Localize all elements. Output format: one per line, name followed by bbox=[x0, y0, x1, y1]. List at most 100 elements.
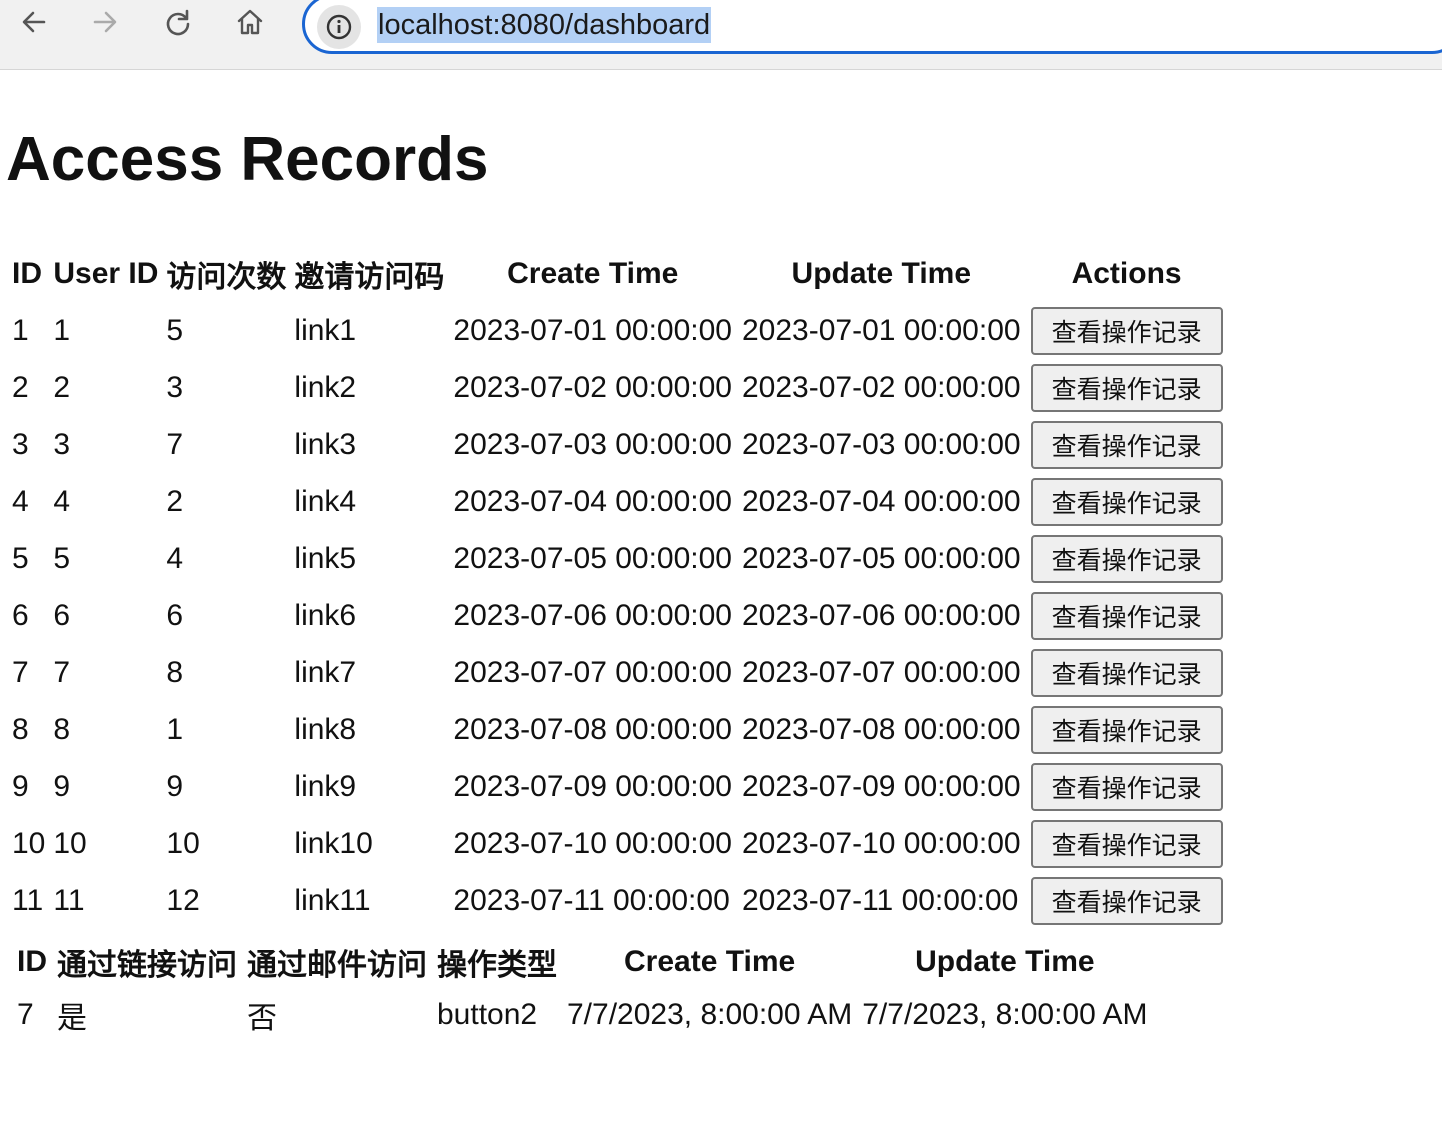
col-header-visits: 访问次数 bbox=[166, 261, 287, 294]
view-operation-records-button[interactable]: 查看操作记录 bbox=[1030, 648, 1223, 697]
col-header-operation-type: 操作类型 bbox=[437, 949, 557, 982]
col-header-create-time: Create Time bbox=[624, 945, 796, 978]
cell-update-time: 2023-07-03 00:00:00 bbox=[742, 427, 1021, 461]
cell-user-id: 3 bbox=[53, 427, 71, 461]
cell-id: 4 bbox=[12, 484, 29, 518]
col-header-user-id: User ID bbox=[53, 257, 159, 290]
cell-create-time: 2023-07-11 00:00:00 bbox=[453, 883, 730, 917]
cell-actions: 查看操作记录 bbox=[1026, 701, 1228, 758]
view-operation-records-button[interactable]: 查看操作记录 bbox=[1030, 762, 1223, 811]
table-row: 7 7 8 link7 2023-07-07 00:00:00 2023-07-07 00… bbox=[6, 644, 1228, 701]
col-header-via-email: 通过邮件访问 bbox=[247, 949, 427, 982]
cell-actions: 查看操作记录 bbox=[1026, 530, 1228, 587]
cell-update-time: 2023-07-11 00:00:00 bbox=[742, 883, 1019, 917]
operation-records-table: ID 通过链接访问 通过邮件访问 操作类型 Create Time Update… bbox=[12, 934, 1152, 1040]
cell-actions: 查看操作记录 bbox=[1026, 815, 1228, 872]
cell-visits: 5 bbox=[166, 313, 184, 347]
cell-id: 10 bbox=[12, 826, 46, 860]
browser-toolbar: localhost:8080/dashboard bbox=[0, 0, 1442, 70]
cell-actions: 查看操作记录 bbox=[1026, 302, 1228, 359]
back-arrow-icon[interactable] bbox=[14, 2, 54, 42]
cell-user-id: 11 bbox=[53, 883, 85, 917]
cell-invite-code: link7 bbox=[294, 655, 357, 689]
cell-operation-type: button2 bbox=[437, 998, 538, 1031]
view-operation-records-button[interactable]: 查看操作记录 bbox=[1030, 363, 1223, 412]
cell-invite-code: link10 bbox=[294, 826, 373, 860]
col-header-id: ID bbox=[17, 945, 47, 978]
cell-create-time: 2023-07-07 00:00:00 bbox=[453, 655, 732, 689]
cell-user-id: 4 bbox=[53, 484, 71, 518]
cell-update-time: 2023-07-09 00:00:00 bbox=[742, 769, 1021, 803]
cell-actions: 查看操作记录 bbox=[1026, 416, 1228, 473]
site-info-icon[interactable] bbox=[317, 5, 361, 49]
cell-visits: 2 bbox=[166, 484, 184, 518]
cell-id: 7 bbox=[12, 655, 29, 689]
cell-invite-code: link3 bbox=[294, 427, 357, 461]
address-bar[interactable]: localhost:8080/dashboard bbox=[302, 0, 1442, 54]
table-row: 5 5 4 link5 2023-07-05 00:00:00 2023-07-05 00… bbox=[6, 530, 1228, 587]
cell-id: 7 bbox=[17, 998, 34, 1031]
cell-actions: 查看操作记录 bbox=[1026, 359, 1228, 416]
table-row: 7 是 否 button2 7/7/2023, 8:00:00 AM 7/7/2023, … bbox=[12, 990, 1152, 1040]
cell-user-id: 8 bbox=[53, 712, 71, 746]
cell-update-time: 7/7/2023, 8:00:00 AM bbox=[862, 998, 1148, 1031]
cell-user-id: 1 bbox=[53, 313, 71, 347]
cell-id: 2 bbox=[12, 370, 29, 404]
cell-create-time: 2023-07-10 00:00:00 bbox=[453, 826, 732, 860]
view-operation-records-button[interactable]: 查看操作记录 bbox=[1030, 306, 1223, 355]
cell-create-time: 2023-07-09 00:00:00 bbox=[453, 769, 732, 803]
cell-create-time: 2023-07-02 00:00:00 bbox=[453, 370, 732, 404]
cell-via-link: 是 bbox=[57, 1002, 87, 1035]
cell-visits: 3 bbox=[166, 370, 184, 404]
view-operation-records-button[interactable]: 查看操作记录 bbox=[1030, 591, 1223, 640]
cell-update-time: 2023-07-06 00:00:00 bbox=[742, 598, 1021, 632]
table-header-row: ID 通过链接访问 通过邮件访问 操作类型 Create Time Update… bbox=[12, 934, 1152, 990]
cell-user-id: 7 bbox=[53, 655, 71, 689]
cell-create-time: 2023-07-04 00:00:00 bbox=[453, 484, 732, 518]
home-icon[interactable] bbox=[230, 2, 270, 42]
cell-visits: 12 bbox=[166, 883, 200, 917]
table-header-row: ID User ID 访问次数 邀请访问码 Create Time Update… bbox=[6, 246, 1228, 302]
cell-update-time: 2023-07-02 00:00:00 bbox=[742, 370, 1021, 404]
table-row: 2 2 3 link2 2023-07-02 00:00:00 2023-07-02 00… bbox=[6, 359, 1228, 416]
col-header-id: ID bbox=[12, 257, 42, 290]
view-operation-records-button[interactable]: 查看操作记录 bbox=[1030, 819, 1223, 868]
cell-create-time: 2023-07-06 00:00:00 bbox=[453, 598, 732, 632]
cell-visits: 4 bbox=[166, 541, 184, 575]
view-operation-records-button[interactable]: 查看操作记录 bbox=[1030, 477, 1223, 526]
cell-user-id: 10 bbox=[53, 826, 87, 860]
url-text[interactable]: localhost:8080/dashboard bbox=[377, 7, 712, 43]
col-header-invite-code: 邀请访问码 bbox=[294, 261, 445, 294]
cell-update-time: 2023-07-07 00:00:00 bbox=[742, 655, 1021, 689]
cell-user-id: 6 bbox=[53, 598, 71, 632]
cell-visits: 6 bbox=[166, 598, 184, 632]
page-title: Access Records bbox=[6, 125, 489, 194]
view-operation-records-button[interactable]: 查看操作记录 bbox=[1030, 534, 1223, 583]
table-row: 10 10 10 link10 2023-07-10 00:00:00 2023-07-1… bbox=[6, 815, 1228, 872]
col-header-actions: Actions bbox=[1071, 257, 1182, 290]
view-operation-records-button[interactable]: 查看操作记录 bbox=[1030, 705, 1223, 754]
cell-actions: 查看操作记录 bbox=[1026, 587, 1228, 644]
view-operation-records-button[interactable]: 查看操作记录 bbox=[1030, 420, 1223, 469]
cell-visits: 9 bbox=[166, 769, 184, 803]
cell-update-time: 2023-07-01 00:00:00 bbox=[742, 313, 1021, 347]
cell-create-time: 2023-07-01 00:00:00 bbox=[453, 313, 732, 347]
table-row: 1 1 5 link1 2023-07-01 00:00:00 2023-07-01 00… bbox=[6, 302, 1228, 359]
table-row: 6 6 6 link6 2023-07-06 00:00:00 2023-07-06 00… bbox=[6, 587, 1228, 644]
table-row: 8 8 1 link8 2023-07-08 00:00:00 2023-07-08 00… bbox=[6, 701, 1228, 758]
cell-visits: 7 bbox=[166, 427, 184, 461]
forward-arrow-icon[interactable] bbox=[85, 2, 125, 42]
cell-update-time: 2023-07-08 00:00:00 bbox=[742, 712, 1021, 746]
cell-user-id: 2 bbox=[53, 370, 71, 404]
view-operation-records-button[interactable]: 查看操作记录 bbox=[1030, 876, 1223, 925]
table-row: 3 3 7 link3 2023-07-03 00:00:00 2023-07-03 00… bbox=[6, 416, 1228, 473]
cell-create-time: 2023-07-03 00:00:00 bbox=[453, 427, 732, 461]
table-row: 11 11 12 link11 2023-07-11 00:00:00 2023-07-1… bbox=[6, 872, 1228, 929]
cell-actions: 查看操作记录 bbox=[1026, 644, 1228, 701]
reload-icon[interactable] bbox=[158, 2, 198, 42]
cell-id: 6 bbox=[12, 598, 29, 632]
cell-id: 8 bbox=[12, 712, 29, 746]
cell-invite-code: link2 bbox=[294, 370, 357, 404]
cell-id: 5 bbox=[12, 541, 29, 575]
col-header-create-time: Create Time bbox=[507, 257, 679, 290]
